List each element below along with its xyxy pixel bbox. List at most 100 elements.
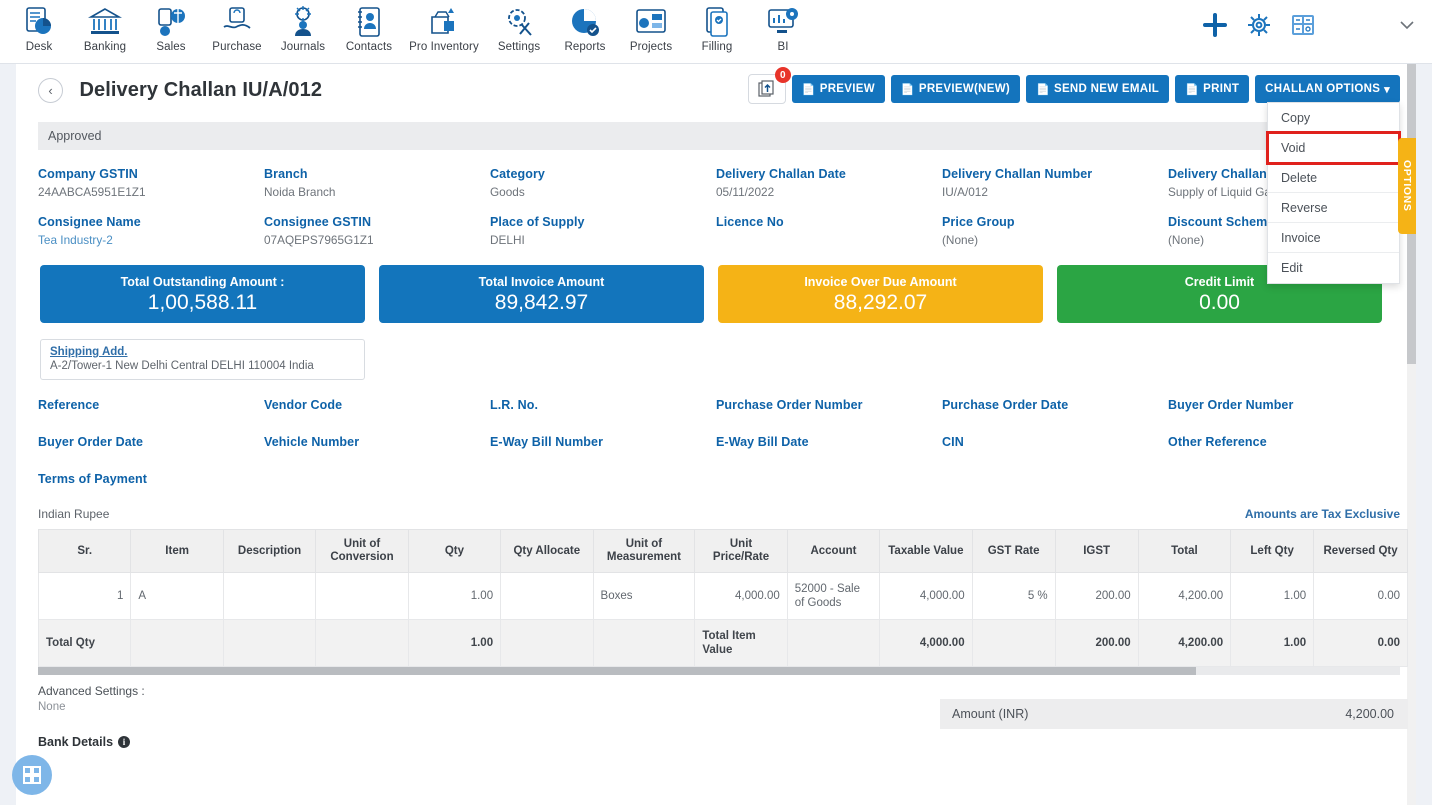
menu-item-delete[interactable]: Delete	[1268, 163, 1399, 193]
items-table-header-row: Sr. Item Description Unit of Conversion …	[37, 529, 1408, 573]
nav-item-banking[interactable]: Banking	[72, 0, 138, 53]
calculator-icon[interactable]	[1290, 12, 1316, 38]
cell-empty	[786, 619, 881, 667]
field-value: 07AQEPS7965G1Z1	[264, 233, 374, 247]
cell-unit-price-rate: 4,000.00	[694, 572, 788, 620]
preview-button-label: PREVIEW	[819, 83, 875, 95]
gear-icon[interactable]	[1246, 12, 1272, 38]
field-eway-bill-date: E-Way Bill Date	[716, 435, 809, 449]
top-navigation-bar: Desk Banking Sales Purchase Journals Con…	[0, 0, 1432, 64]
field-other-reference: Other Reference	[1168, 435, 1267, 449]
nav-item-sales[interactable]: Sales	[138, 0, 204, 53]
challan-options-button-label: CHALLAN OPTIONS	[1265, 83, 1381, 95]
grid-icon	[23, 766, 41, 784]
menu-item-invoice[interactable]: Invoice	[1268, 223, 1399, 253]
nav-item-desk[interactable]: Desk	[6, 0, 72, 53]
cell-item[interactable]: A	[130, 572, 224, 620]
document-icon: 📄	[801, 83, 816, 96]
cell-account: 52000 - Sale of Goods	[786, 572, 881, 620]
menu-item-copy[interactable]: Copy	[1268, 103, 1399, 133]
menu-item-edit[interactable]: Edit	[1268, 253, 1399, 283]
card-invoice-over-due-amount: Invoice Over Due Amount 88,292.07	[718, 265, 1043, 323]
field-value: Goods	[490, 185, 525, 199]
cell-description	[222, 572, 317, 620]
nav-item-label: Pro Inventory	[409, 41, 479, 53]
print-button[interactable]: 📄 PRINT	[1175, 75, 1250, 103]
nav-item-reports[interactable]: Reports	[552, 0, 618, 53]
bi-icon	[768, 8, 798, 33]
tax-note[interactable]: Amounts are Tax Exclusive	[1245, 507, 1400, 521]
send-new-email-button-label: SEND NEW EMAIL	[1053, 83, 1160, 95]
menu-item-void[interactable]: Void	[1266, 131, 1401, 165]
advanced-settings-label: Advanced Settings :	[38, 684, 145, 698]
shipping-address-label[interactable]: Shipping Add.	[50, 346, 355, 358]
items-table: Sr. Item Description Unit of Conversion …	[37, 529, 1408, 667]
attachment-count-badge: 0	[774, 67, 791, 83]
document-page: ‹ Delivery Challan IU/A/012 0 📄 PREVIEW …	[16, 64, 1416, 805]
chevron-down-icon[interactable]	[1396, 14, 1418, 36]
field-purchase-order-number: Purchase Order Number	[716, 398, 863, 412]
nav-item-label: Sales	[156, 41, 186, 53]
cell-taxable-value: 4,000.00	[879, 572, 973, 620]
preview-new-button[interactable]: 📄 PREVIEW(NEW)	[890, 75, 1020, 103]
app-launcher-button[interactable]	[12, 755, 52, 795]
page-header: ‹ Delivery Challan IU/A/012 0 📄 PREVIEW …	[16, 64, 1416, 284]
options-side-tab[interactable]: OPTIONS	[1398, 138, 1416, 234]
bank-details-label: Bank Details	[38, 735, 114, 749]
nav-item-label: Reports	[564, 41, 606, 53]
field-price-group: Price Group (None)	[942, 215, 1168, 247]
field-category: Category Goods	[490, 167, 716, 199]
nav-item-purchase[interactable]: Purchase	[204, 0, 270, 53]
back-button[interactable]: ‹	[38, 78, 63, 103]
nav-item-settings[interactable]: Settings	[486, 0, 552, 53]
send-new-email-button[interactable]: 📄 SEND NEW EMAIL	[1025, 75, 1170, 103]
menu-item-reverse[interactable]: Reverse	[1268, 193, 1399, 223]
col-reversed-qty: Reversed Qty	[1313, 529, 1408, 573]
nav-item-bi[interactable]: BI	[750, 0, 816, 53]
field-label: Place of Supply	[490, 215, 585, 229]
preview-button[interactable]: 📄 PREVIEW	[791, 75, 885, 103]
info-icon[interactable]: i	[118, 736, 131, 748]
field-purchase-order-date: Purchase Order Date	[942, 398, 1069, 412]
col-unit-price-rate: Unit Price/Rate	[694, 529, 788, 573]
nav-item-journals[interactable]: Journals	[270, 0, 336, 53]
field-label: Delivery Challan Number	[942, 167, 1093, 181]
summary-cards: Total Outstanding Amount : 1,00,588.11 T…	[16, 247, 1416, 323]
nav-item-pro-inventory[interactable]: Pro Inventory	[402, 0, 486, 53]
card-title: Total Outstanding Amount :	[120, 274, 285, 289]
col-igst: IGST	[1054, 529, 1139, 573]
reference-fields-grid: Reference Vendor Code L.R. No. Purchase …	[16, 380, 1416, 486]
sales-icon	[158, 8, 185, 36]
amount-label: Amount (INR)	[952, 707, 1029, 721]
card-total-outstanding-amount: Total Outstanding Amount : 1,00,588.11	[40, 265, 365, 323]
field-value[interactable]: Tea Industry-2	[38, 233, 264, 247]
challan-options-button[interactable]: CHALLAN OPTIONS ▾	[1255, 75, 1400, 103]
nav-item-contacts[interactable]: Contacts	[336, 0, 402, 53]
attachments-button[interactable]: 0	[747, 67, 791, 104]
cell-empty	[130, 619, 224, 667]
cell-total-qty: 1.00	[407, 619, 502, 667]
cell-unit-of-conversion	[315, 572, 409, 620]
nav-item-label: Settings	[497, 41, 541, 53]
nav-item-filling[interactable]: Filling	[684, 0, 750, 53]
field-consignee-name: Consignee Name Tea Industry-2	[38, 215, 264, 247]
page-footer: Advanced Settings : None Bank Details i …	[16, 675, 1416, 749]
add-icon[interactable]	[1202, 12, 1228, 38]
bank-details-row[interactable]: Bank Details i	[38, 735, 1394, 749]
document-icon: 📄	[1035, 83, 1050, 96]
card-value: 1,00,588.11	[147, 290, 258, 314]
cell-total-left-qty: 1.00	[1230, 619, 1315, 667]
status-bar: Approved	[38, 122, 1394, 150]
nav-item-projects[interactable]: Projects	[618, 0, 684, 53]
card-value: 0.00	[1199, 290, 1240, 314]
col-unit-of-measurement: Unit of Measurement	[592, 529, 696, 573]
items-table-horizontal-scrollbar[interactable]	[38, 667, 1400, 675]
cell-reversed-qty: 0.00	[1313, 572, 1408, 620]
field-label: Licence No	[716, 215, 784, 229]
cell-empty	[222, 619, 317, 667]
card-title: Total Invoice Amount	[478, 274, 605, 289]
field-delivery-challan-number: Delivery Challan Number IU/A/012	[942, 167, 1168, 199]
projects-icon	[636, 9, 666, 33]
field-label: Consignee Name	[38, 215, 141, 229]
table-row[interactable]: 1 A 1.00 Boxes 4,000.00 52000 - Sale of …	[37, 572, 1408, 620]
